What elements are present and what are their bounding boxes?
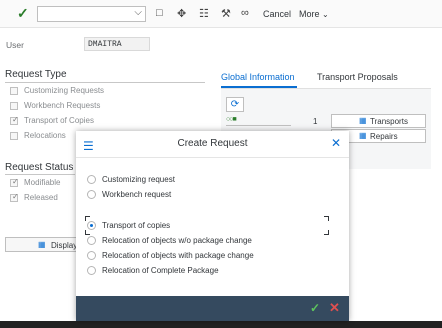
radio-label: Customizing request [102, 175, 175, 184]
checkbox[interactable]: ✓ [10, 192, 19, 202]
display-button[interactable]: ▦ Display [5, 237, 78, 252]
repair-icon: ▦ [359, 131, 367, 140]
radio-label: Transport of copies [102, 221, 171, 230]
close-icon[interactable]: ✕ [331, 136, 341, 150]
more-button[interactable]: More ⌄ [299, 9, 329, 19]
checkbox-label: Relocations [24, 131, 66, 140]
divider [5, 174, 75, 175]
cancel-button[interactable]: Cancel [263, 9, 291, 19]
radio-button[interactable] [87, 266, 96, 275]
check-icon: ✓ [12, 177, 19, 186]
radio-button[interactable] [87, 221, 96, 230]
refresh-button[interactable]: ⟳ [226, 97, 244, 112]
checkbox[interactable]: ✓ [10, 115, 19, 125]
radio-label: Relocation of objects with package chang… [102, 251, 254, 260]
chevron-down-icon[interactable]: ⌵ [134, 7, 142, 18]
checkbox-label: Workbench Requests [24, 101, 101, 110]
tab-global-information[interactable]: Global Information [221, 72, 295, 82]
focus-corner [85, 230, 90, 235]
checkbox[interactable] [10, 102, 18, 110]
focus-corner [324, 216, 329, 221]
divider [226, 125, 291, 126]
dialog-footer: ✓ ✕ [76, 296, 349, 321]
radio-button[interactable] [87, 190, 96, 199]
transports-button[interactable]: ▦ Transports [331, 114, 426, 128]
divider [76, 157, 349, 158]
document-icon[interactable]: □ [156, 7, 163, 19]
glasses-icon[interactable]: ∞ [241, 7, 249, 19]
check-icon: ✓ [12, 115, 19, 124]
radio-label: Relocation of Complete Package [102, 266, 219, 275]
create-request-dialog: Create Request ☰ ✕ Customizing request W… [76, 131, 349, 321]
radio-label: Relocation of objects w/o package change [102, 236, 252, 245]
cancel-icon[interactable]: ✕ [329, 300, 340, 316]
menu-icon[interactable]: ☰ [83, 139, 94, 153]
refresh-icon: ⟳ [230, 99, 240, 110]
transport-icon: ▦ [359, 116, 367, 125]
hierarchy-icon[interactable]: ✥ [177, 7, 186, 20]
checkbox[interactable]: ✓ [10, 177, 19, 187]
dialog-title: Create Request [177, 138, 248, 149]
checkbox-label: Released [24, 193, 58, 202]
tools-icon[interactable]: ⚒ [221, 7, 231, 20]
user-field[interactable]: DMAITRA [84, 37, 150, 51]
checkbox-label: Modifiable [24, 178, 61, 187]
hierarchy-icon: ▦ [38, 240, 46, 249]
radio-button[interactable] [87, 175, 96, 184]
user-label: User [6, 40, 24, 50]
check-icon: ✓ [12, 192, 19, 201]
repairs-label: Repairs [370, 132, 398, 141]
radio-button[interactable] [87, 251, 96, 260]
radio-label: Workbench request [102, 190, 172, 199]
radio-button[interactable] [87, 236, 96, 245]
checkbox[interactable] [10, 87, 18, 95]
toolbar: ✓ ⌵ □ ✥ ☷ ⚒ ∞ Cancel More ⌄ [0, 0, 442, 28]
transports-label: Transports [370, 117, 408, 126]
focus-corner [324, 230, 329, 235]
request-type-title: Request Type [5, 69, 67, 80]
confirm-icon[interactable]: ✓ [310, 301, 320, 315]
request-count: 1 [313, 117, 318, 126]
checkbox[interactable] [10, 132, 18, 140]
more-label: More [299, 9, 320, 19]
status-indicator-icon: ○○■ [226, 116, 237, 123]
tab-transport-proposals[interactable]: Transport Proposals [317, 72, 398, 82]
checkbox-label: Customizing Requests [24, 86, 105, 95]
filter-icon[interactable]: ☷ [199, 7, 209, 20]
footer-bar [0, 321, 442, 328]
chevron-down-icon: ⌄ [322, 10, 329, 19]
display-label: Display [51, 241, 78, 250]
command-field[interactable]: ⌵ [37, 6, 146, 22]
checkbox-label: Transport of Copies [24, 116, 94, 125]
divider [5, 82, 205, 83]
checkmark-icon[interactable]: ✓ [17, 5, 29, 22]
request-status-title: Request Status [5, 162, 74, 173]
